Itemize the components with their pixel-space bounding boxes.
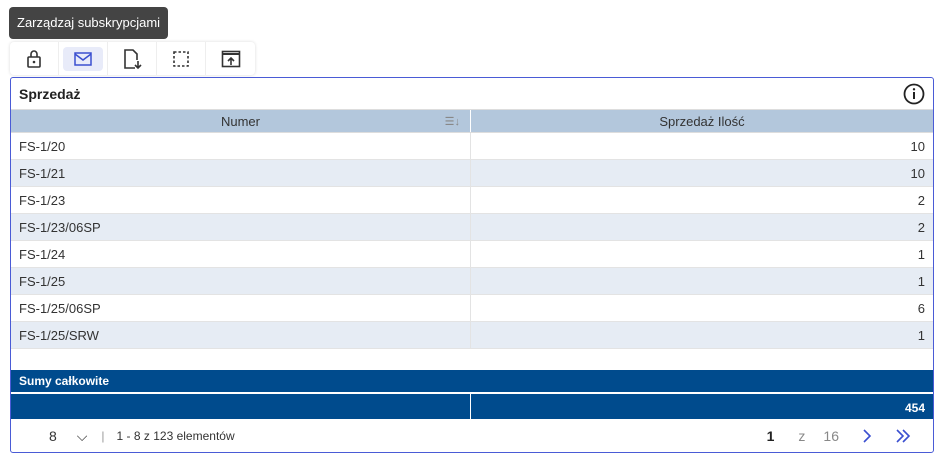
- lock-button[interactable]: [10, 42, 59, 75]
- table-body: FS-1/20 10 FS-1/21 10 FS-1/23 2 FS-1/23/06SP 2 F…: [11, 133, 933, 349]
- table-row[interactable]: FS-1/23/06SP 2: [11, 214, 933, 241]
- cell-numer: FS-1/25/06SP: [11, 295, 471, 321]
- cell-numer: FS-1/25: [11, 268, 471, 294]
- cell-quantity: 6: [917, 300, 925, 316]
- cell-quantity: 2: [917, 192, 925, 208]
- table-row[interactable]: FS-1/25/SRW 1: [11, 322, 933, 349]
- panel-title: Sprzedaż: [19, 85, 81, 102]
- divider: |: [101, 429, 105, 443]
- table-header: Numer ☰↓ Sprzedaż Ilość: [11, 110, 933, 133]
- cell-numer: FS-1/23/06SP: [11, 214, 471, 240]
- subscriptions-button[interactable]: [59, 42, 108, 75]
- cell-quantity: 10: [910, 165, 925, 181]
- table-row[interactable]: FS-1/23 2: [11, 187, 933, 214]
- table-row[interactable]: FS-1/24 1: [11, 241, 933, 268]
- select-area-icon: [173, 50, 189, 67]
- cell-numer: FS-1/21: [11, 160, 471, 186]
- cell-numer: FS-1/20: [11, 133, 471, 159]
- column-label: Sprzedaż Ilość: [659, 113, 745, 129]
- totals-value: 454: [904, 401, 925, 415]
- pagination: 8 ⌵ | 1 - 8 z 123 elementów 1 z 16: [11, 419, 933, 452]
- cell-quantity: 1: [917, 246, 925, 262]
- of-label: z: [798, 428, 806, 444]
- cell-quantity: 2: [917, 219, 925, 235]
- total-pages: 16: [823, 428, 839, 444]
- open-button[interactable]: [206, 42, 255, 75]
- cell-quantity: 10: [910, 138, 925, 154]
- column-label: Numer: [220, 113, 260, 129]
- column-header-numer[interactable]: Numer ☰↓: [11, 110, 471, 132]
- totals-row: 454: [11, 394, 933, 419]
- open-external-icon: [221, 50, 240, 67]
- sales-panel: Sprzedaż Numer ☰↓ Sprzedaż Ilość FS-1/20 1…: [10, 77, 934, 453]
- select-button[interactable]: [157, 42, 206, 75]
- export-button[interactable]: [108, 42, 157, 75]
- mail-icon: [74, 51, 92, 66]
- page-size-value[interactable]: 8: [49, 428, 57, 444]
- lock-icon: [27, 49, 41, 68]
- chevron-down-icon[interactable]: ⌵: [77, 428, 88, 445]
- cell-quantity: 1: [917, 327, 925, 343]
- last-page-icon[interactable]: [895, 429, 911, 443]
- toolbar: [10, 42, 255, 75]
- cell-numer: FS-1/24: [11, 241, 471, 267]
- current-page[interactable]: 1: [767, 428, 775, 444]
- totals-label: Sumy całkowite: [11, 370, 933, 393]
- column-header-quantity[interactable]: Sprzedaż Ilość: [471, 110, 933, 132]
- tooltip: Zarządzaj subskrypcjami: [9, 7, 169, 39]
- table-row[interactable]: FS-1/25/06SP 6: [11, 295, 933, 322]
- range-text: 1 - 8 z 123 elementów: [116, 429, 235, 443]
- table-row[interactable]: FS-1/20 10: [11, 133, 933, 160]
- table-row[interactable]: FS-1/21 10: [11, 160, 933, 187]
- next-page-icon[interactable]: [861, 429, 873, 443]
- cell-numer: FS-1/25/SRW: [11, 322, 471, 348]
- table-row[interactable]: FS-1/25 1: [11, 268, 933, 295]
- file-download-icon: [124, 48, 142, 69]
- info-icon[interactable]: [903, 83, 925, 105]
- cell-numer: FS-1/23: [11, 187, 471, 213]
- cell-quantity: 1: [917, 273, 925, 289]
- sort-icon[interactable]: ☰↓: [445, 115, 460, 128]
